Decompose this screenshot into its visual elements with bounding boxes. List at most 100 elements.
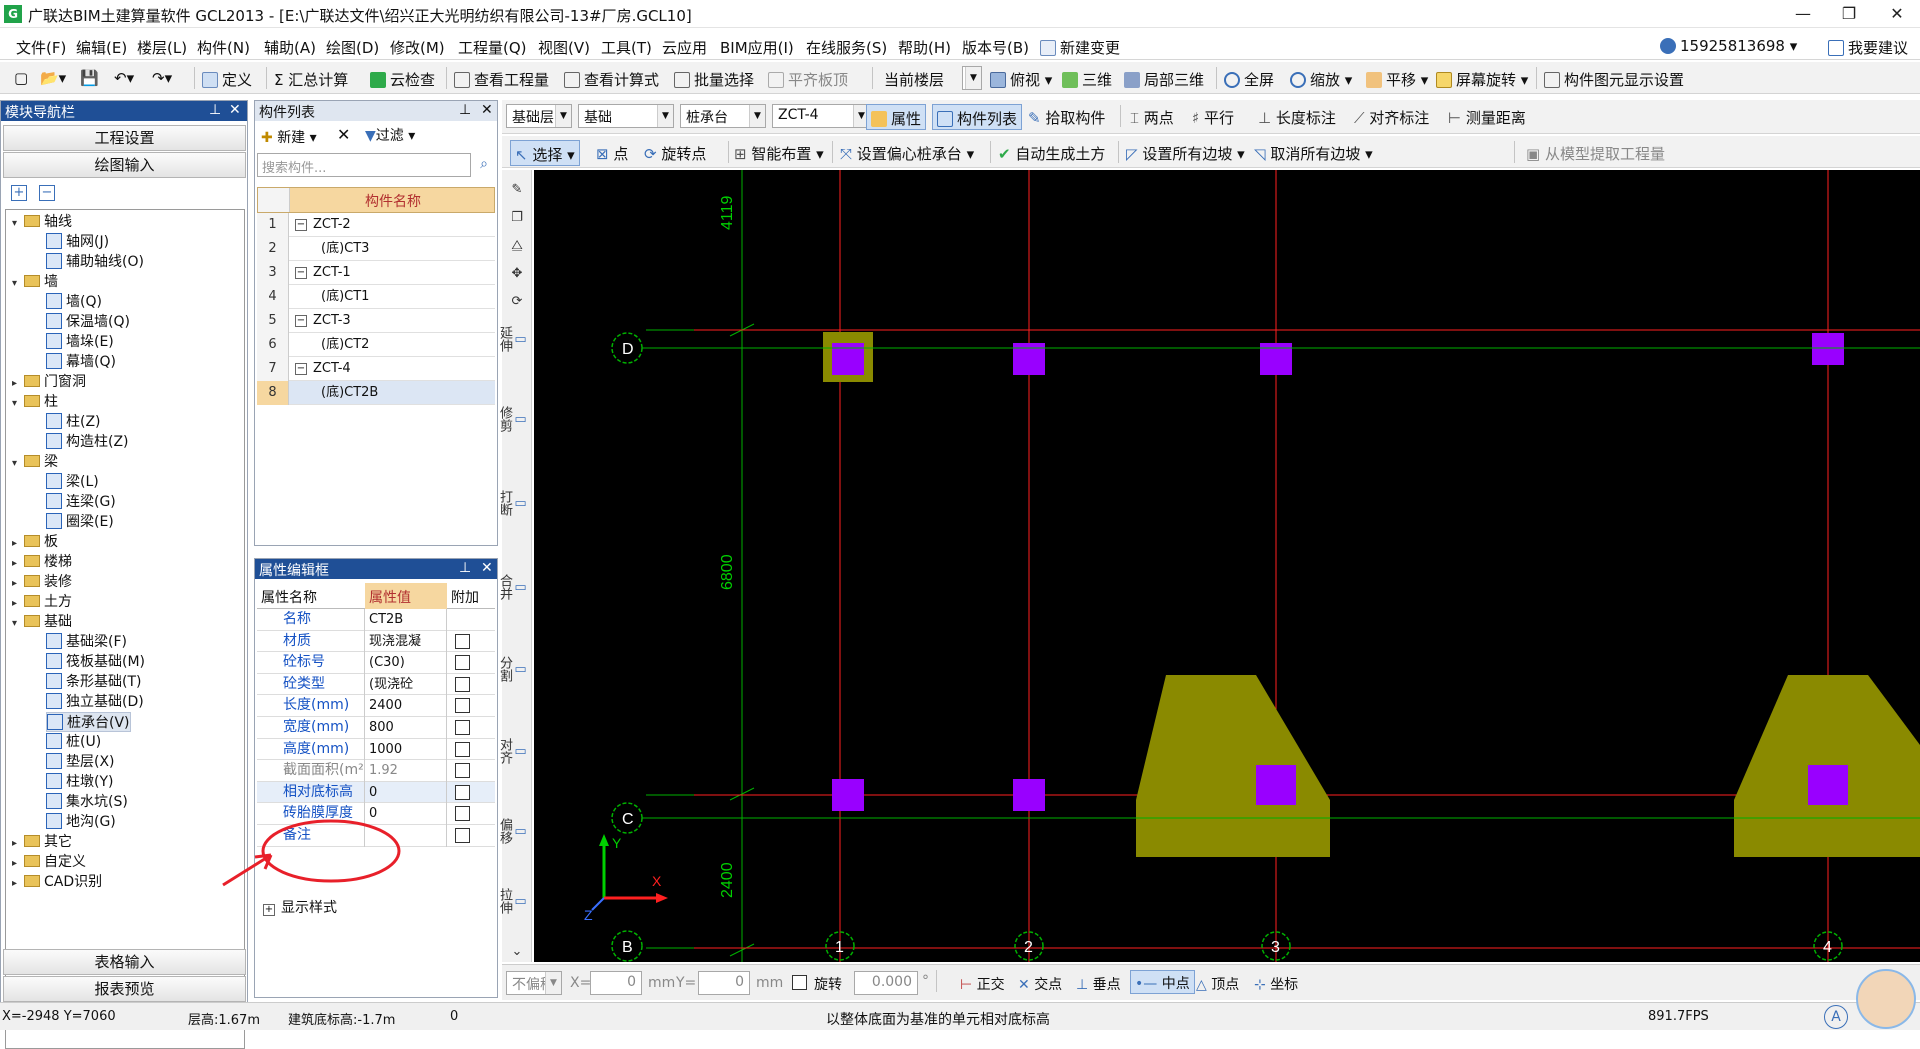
component-row[interactable]: 1− ZCT-2 (257, 213, 495, 237)
tree-item[interactable]: 墙(Q) (46, 292, 102, 312)
component-row[interactable]: 3− ZCT-1 (257, 261, 495, 285)
view-quantity-button[interactable]: 查看工程量 (454, 69, 549, 90)
menu-assist[interactable]: 辅助(A) (264, 37, 316, 58)
floor-dropdown-arrow[interactable]: ▼ (962, 66, 982, 90)
collapse-icon[interactable]: − (295, 315, 307, 327)
tree-item[interactable]: ▾ 柱 (12, 392, 58, 412)
tree-item[interactable]: 垫层(X) (46, 752, 115, 772)
tree-item[interactable]: 桩承台(V) (46, 712, 131, 732)
menu-file[interactable]: 文件(F) (16, 37, 66, 58)
tree-item[interactable]: 圈梁(E) (46, 512, 114, 532)
close-icon[interactable]: ✕ (481, 560, 493, 576)
extra-checkbox[interactable] (455, 763, 470, 779)
tree-item[interactable]: 辅助轴线(O) (46, 252, 144, 272)
property-row[interactable]: 高度(mm) 1000 (257, 738, 495, 761)
local-3d-button[interactable]: 局部三维 (1124, 69, 1204, 90)
extra-checkbox[interactable] (455, 676, 470, 692)
collapse-icon[interactable]: ▾ (12, 454, 24, 474)
tree-item[interactable]: 柱(Z) (46, 412, 101, 432)
view-formula-button[interactable]: 查看计算式 (564, 69, 659, 90)
x-input[interactable]: 0 (590, 971, 642, 995)
tool-2[interactable]: ▭ 打断 (497, 490, 528, 516)
extra-checkbox[interactable] (455, 784, 470, 800)
expand-icon[interactable]: ▸ (12, 554, 24, 574)
property-value[interactable]: (现浇砼 (365, 673, 447, 696)
property-row[interactable]: 砼类型 (现浇砼 (257, 673, 495, 696)
menu-tools[interactable]: 工具(T) (601, 37, 652, 58)
close-icon[interactable]: ✕ (481, 102, 493, 118)
property-row[interactable]: 名称 CT2B (257, 609, 495, 631)
tree-item[interactable]: 筏板基础(M) (46, 652, 145, 672)
menu-bim[interactable]: BIM应用(I) (720, 37, 794, 58)
tree-item[interactable]: 条形基础(T) (46, 672, 141, 692)
extra-checkbox[interactable] (455, 720, 470, 735)
menu-help[interactable]: 帮助(H) (898, 37, 951, 58)
extra-checkbox[interactable] (455, 698, 470, 714)
plan-drawing[interactable]: 4119 6800 2400 D C B 1 2 3 4 Y X Z (534, 170, 1920, 962)
close-button[interactable]: ✕ (1874, 2, 1920, 26)
current-floor-button[interactable]: 当前楼层 (884, 69, 944, 90)
menu-draw[interactable]: 绘图(D) (326, 37, 379, 58)
project-settings-button[interactable]: 工程设置 (3, 125, 246, 151)
expand-icon[interactable]: ▸ (12, 534, 24, 554)
property-row[interactable]: 砼标号 (C30) (257, 652, 495, 674)
tree-item[interactable]: ▸ 楼梯 (12, 552, 72, 572)
extra-checkbox[interactable] (455, 741, 470, 757)
drawing-input-button[interactable]: 绘图输入 (3, 152, 246, 178)
component-select[interactable]: ZCT-4 ▼ (772, 104, 870, 128)
mirror-icon[interactable]: ⧋ (506, 238, 528, 254)
offset-select[interactable]: 不偏移 ▼ (506, 971, 562, 995)
property-row[interactable]: 宽度(mm) 800 (257, 717, 495, 739)
collapse-icon[interactable]: ▾ (12, 614, 24, 634)
report-preview-button[interactable]: 报表预览 (3, 976, 246, 1002)
tree-item[interactable]: 基础梁(F) (46, 632, 127, 652)
tree-item[interactable]: ▾ 轴线 (12, 212, 72, 232)
type-select[interactable]: 桩承台 ▼ (680, 104, 766, 128)
expand-icon[interactable]: ▸ (12, 874, 24, 894)
tree-item[interactable]: ▸ CAD识别 (12, 872, 102, 892)
top-view-button[interactable]: 俯视 ▾ (990, 69, 1052, 90)
search-icon[interactable]: ⌕ (473, 153, 495, 177)
pile[interactable] (1812, 333, 1844, 365)
pin-icon[interactable]: ⊥ (459, 560, 471, 576)
pile[interactable] (1013, 779, 1045, 811)
undo-icon[interactable]: ↶▾ (114, 69, 134, 87)
copy-icon[interactable]: ❐ (506, 210, 528, 226)
menu-new-change[interactable]: 新建变更 (1040, 37, 1120, 58)
menu-quantity[interactable]: 工程量(Q) (458, 37, 527, 58)
tool-3[interactable]: ▭ 合并 (497, 574, 528, 600)
property-row[interactable]: 材质 现浇混凝 (257, 630, 495, 653)
display-settings-button[interactable]: 构件图元显示设置 (1544, 69, 1684, 90)
suggest-link[interactable]: 我要建议 (1828, 37, 1908, 58)
tool-7[interactable]: ▭ 拉伸 (497, 888, 528, 914)
collapse-icon[interactable]: − (295, 363, 307, 375)
y-input[interactable]: 0 (698, 971, 750, 995)
expand-icon[interactable]: ▸ (12, 854, 24, 874)
drawing-canvas[interactable]: 4119 6800 2400 D C B 1 2 3 4 Y X Z (534, 170, 1920, 962)
align-dim-button[interactable]: ⟋ 对齐标注 (1354, 107, 1429, 128)
extra-checkbox[interactable] (455, 828, 470, 843)
tree-item[interactable]: ▸ 土方 (12, 592, 72, 612)
menu-floor[interactable]: 楼层(L) (137, 37, 187, 58)
menu-edit[interactable]: 编辑(E) (76, 37, 127, 58)
collapse-icon[interactable]: ▾ (12, 394, 24, 414)
collapse-all-icon[interactable]: − (39, 185, 55, 201)
tree-item[interactable]: 集水坑(S) (46, 792, 128, 812)
length-dim-button[interactable]: ⊥ 长度标注 (1258, 107, 1336, 128)
property-value[interactable]: 800 (365, 717, 447, 739)
batch-select-button[interactable]: 批量选择 (674, 69, 754, 90)
menu-cloud[interactable]: 云应用 (662, 37, 707, 58)
tree-item[interactable]: ▾ 梁 (12, 452, 58, 472)
new-component-button[interactable]: ✚ 新建 ▾ (261, 127, 317, 147)
table-input-button[interactable]: 表格输入 (3, 949, 246, 975)
property-button[interactable]: 属性 (866, 104, 927, 130)
rotate-icon[interactable]: ⟳ (506, 294, 528, 310)
redo-icon[interactable]: ↷▾ (152, 69, 172, 87)
user-account[interactable]: 15925813698 ▾ (1660, 37, 1797, 55)
angle-input[interactable]: 0.000 (854, 971, 918, 995)
select-button[interactable]: ↖ 选择 ▾ (510, 140, 580, 166)
pick-component-button[interactable]: ✎ 拾取构件 (1028, 107, 1105, 128)
component-row[interactable]: 8 (底)CT2B (257, 381, 495, 405)
tree-item[interactable]: 地沟(G) (46, 812, 116, 832)
floor-select[interactable]: 基础层 ▼ (506, 104, 572, 128)
